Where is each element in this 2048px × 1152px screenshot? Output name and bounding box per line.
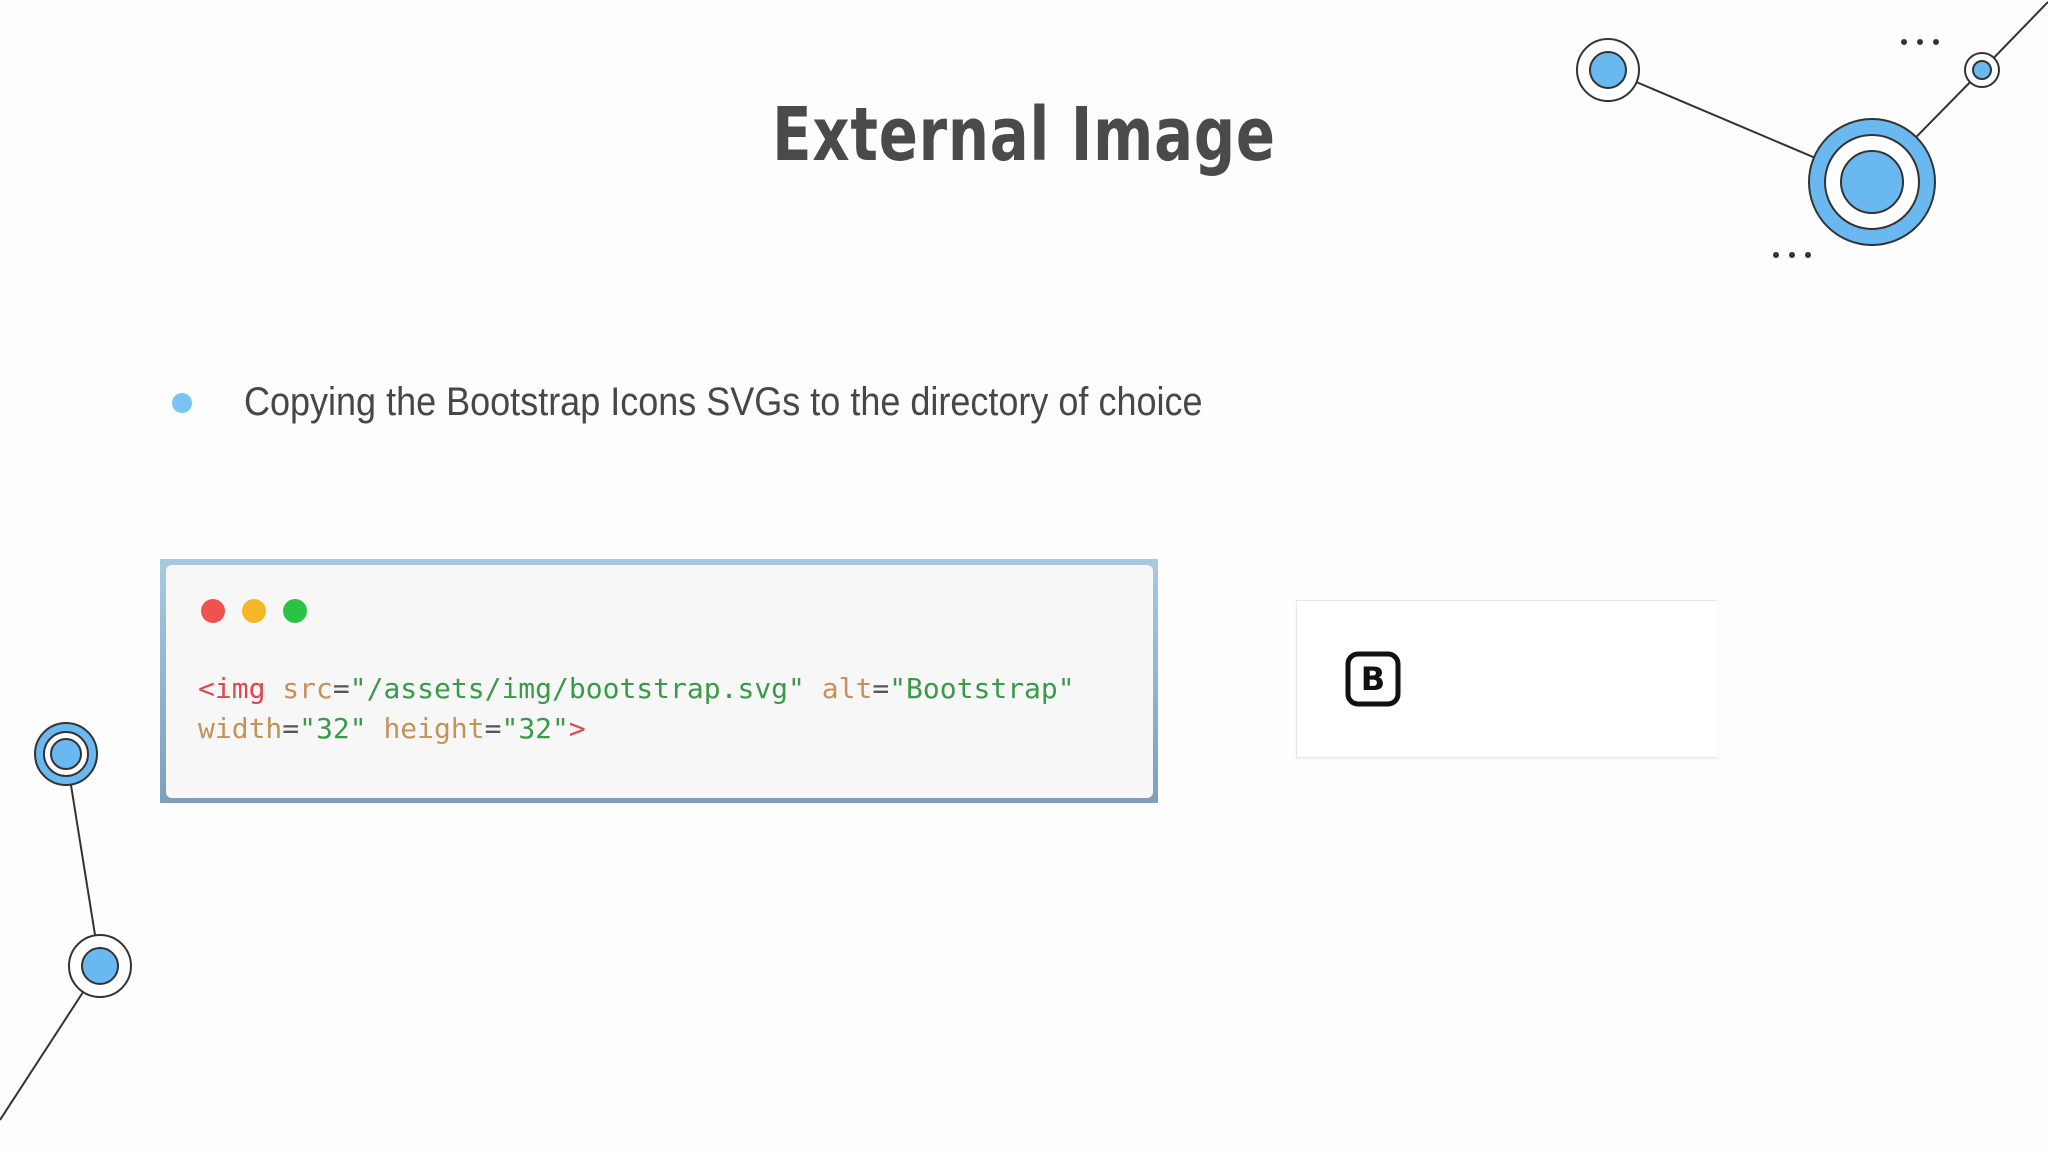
rendered-preview-card: B bbox=[1296, 600, 1717, 758]
code-snippet: <img src="/assets/img/bootstrap.svg" alt… bbox=[198, 669, 1075, 749]
code-equals: = bbox=[484, 712, 502, 745]
code-value-alt: "Bootstrap" bbox=[889, 672, 1075, 705]
code-attr-width: width bbox=[198, 712, 283, 745]
network-node-tiny bbox=[1964, 52, 2000, 88]
bootstrap-logo-letter: B bbox=[1361, 660, 1385, 698]
slide-title: External Image bbox=[772, 92, 1276, 178]
code-value-src: "/assets/img/bootstrap.svg" bbox=[349, 672, 805, 705]
code-attr-alt: alt bbox=[821, 672, 873, 705]
minimize-dot-icon bbox=[242, 599, 266, 623]
code-attr-src: src bbox=[282, 672, 333, 705]
ellipsis-dots-top bbox=[1901, 39, 1939, 45]
maximize-dot-icon bbox=[283, 599, 307, 623]
code-equals: = bbox=[282, 712, 300, 745]
code-tag-open: <img bbox=[198, 672, 266, 705]
bullet-icon bbox=[172, 392, 192, 413]
network-node-left-lower bbox=[68, 934, 132, 998]
code-equals: = bbox=[332, 672, 350, 705]
bootstrap-logo-icon: B bbox=[1345, 651, 1401, 707]
ellipsis-dots-mid bbox=[1773, 252, 1811, 258]
code-value-width: "32" bbox=[299, 712, 367, 745]
network-node-large bbox=[1808, 118, 1936, 246]
code-value-height: "32" bbox=[501, 712, 569, 745]
code-window: <img src="/assets/img/bootstrap.svg" alt… bbox=[160, 559, 1158, 803]
window-controls bbox=[201, 599, 324, 623]
network-node-left-upper bbox=[34, 722, 98, 786]
bullet-item: Copying the Bootstrap Icons SVGs to the … bbox=[172, 380, 1309, 425]
code-equals: = bbox=[872, 672, 890, 705]
code-window-body: <img src="/assets/img/bootstrap.svg" alt… bbox=[166, 565, 1153, 798]
bullet-text: Copying the Bootstrap Icons SVGs to the … bbox=[244, 380, 1203, 424]
code-tag-close: > bbox=[568, 712, 586, 745]
close-dot-icon bbox=[201, 599, 225, 623]
code-attr-height: height bbox=[383, 712, 485, 745]
